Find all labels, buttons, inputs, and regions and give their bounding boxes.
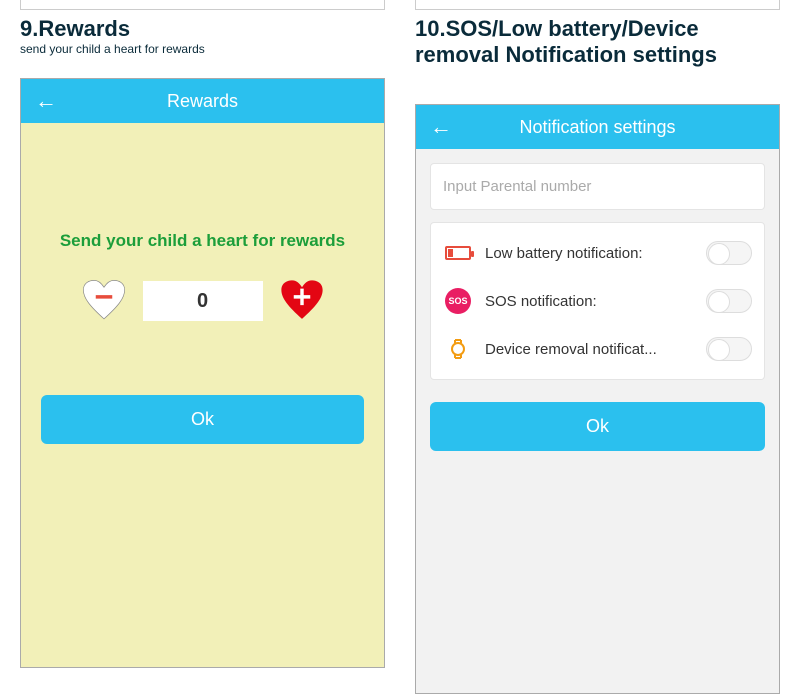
sos-label: SOS notification: (485, 293, 694, 310)
increment-heart-button[interactable] (279, 279, 325, 323)
sos-row: SOS SOS notification: (443, 277, 752, 325)
rewards-phone: ← Rewards Send your child a heart for re… (20, 78, 385, 668)
parental-number-input[interactable]: Input Parental number (430, 163, 765, 210)
notification-body: Input Parental number Low battery notifi… (416, 149, 779, 693)
back-arrow-icon[interactable]: ← (35, 88, 57, 114)
low-battery-row: Low battery notification: (443, 229, 752, 277)
low-battery-label: Low battery notification: (485, 245, 694, 262)
device-removal-toggle[interactable] (706, 337, 752, 361)
top-bar (415, 0, 780, 10)
top-bar (20, 0, 385, 10)
ok-button[interactable]: Ok (430, 402, 765, 451)
heart-count: 0 (143, 281, 263, 321)
appbar: ← Rewards (21, 79, 384, 123)
section-title: 9.Rewards (20, 16, 385, 42)
device-removal-row: Device removal notificat... (443, 325, 752, 373)
sos-toggle[interactable] (706, 289, 752, 313)
settings-card: Low battery notification: SOS SOS notifi… (430, 222, 765, 380)
section-subtitle (415, 68, 780, 96)
battery-icon (443, 241, 473, 265)
section-title: 10.SOS/Low battery/Device removal Notifi… (415, 16, 780, 68)
notification-section: 10.SOS/Low battery/Device removal Notifi… (415, 0, 780, 694)
device-removal-label: Device removal notificat... (485, 341, 694, 358)
appbar-title: Notification settings (416, 117, 779, 138)
low-battery-toggle[interactable] (706, 241, 752, 265)
sos-icon: SOS (443, 289, 473, 313)
appbar: ← Notification settings (416, 105, 779, 149)
section-subtitle: send your child a heart for rewards (20, 42, 385, 70)
ok-button[interactable]: Ok (41, 395, 364, 444)
decrement-heart-button[interactable] (81, 279, 127, 323)
rewards-instruction: Send your child a heart for rewards (41, 231, 364, 251)
rewards-body: Send your child a heart for rewards 0 (21, 123, 384, 667)
rewards-section: 9.Rewards send your child a heart for re… (20, 0, 385, 694)
heart-controls: 0 (41, 279, 364, 323)
appbar-title: Rewards (21, 91, 384, 112)
back-arrow-icon[interactable]: ← (430, 114, 452, 140)
watch-icon (443, 337, 473, 361)
notification-phone: ← Notification settings Input Parental n… (415, 104, 780, 694)
